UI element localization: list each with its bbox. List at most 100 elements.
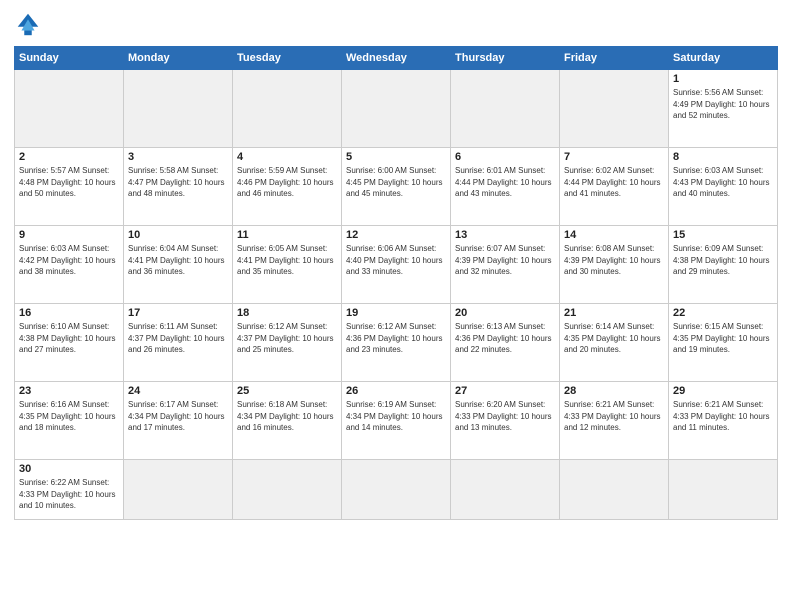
day-number: 24 bbox=[128, 385, 228, 397]
day-number: 27 bbox=[455, 385, 555, 397]
day-number: 8 bbox=[673, 151, 773, 163]
day-number: 17 bbox=[128, 307, 228, 319]
calendar-cell: 25 Sunrise: 6:18 AM Sunset: 4:34 PM Dayli… bbox=[233, 382, 342, 460]
day-info: Sunrise: 5:57 AM Sunset: 4:48 PM Dayligh… bbox=[19, 165, 119, 200]
day-info: Sunrise: 6:18 AM Sunset: 4:34 PM Dayligh… bbox=[237, 399, 337, 434]
day-number: 9 bbox=[19, 229, 119, 241]
calendar-cell bbox=[451, 460, 560, 520]
weekday-header-wednesday: Wednesday bbox=[342, 47, 451, 70]
header bbox=[14, 10, 778, 38]
calendar-cell bbox=[124, 70, 233, 148]
week-row-1: 1 Sunrise: 5:56 AM Sunset: 4:49 PM Daylig… bbox=[15, 70, 778, 148]
day-number: 13 bbox=[455, 229, 555, 241]
week-row-6: 30Sunrise: 6:22 AM Sunset: 4:33 PM Dayli… bbox=[15, 460, 778, 520]
calendar-cell: 9 Sunrise: 6:03 AM Sunset: 4:42 PM Daylig… bbox=[15, 226, 124, 304]
logo-icon bbox=[14, 10, 42, 38]
calendar-cell: 23Sunrise: 6:16 AM Sunset: 4:35 PM Dayli… bbox=[15, 382, 124, 460]
day-number: 18 bbox=[237, 307, 337, 319]
calendar-cell: 26Sunrise: 6:19 AM Sunset: 4:34 PM Dayli… bbox=[342, 382, 451, 460]
calendar-cell: 12 Sunrise: 6:06 AM Sunset: 4:40 PM Dayli… bbox=[342, 226, 451, 304]
day-info: Sunrise: 6:09 AM Sunset: 4:38 PM Dayligh… bbox=[673, 243, 773, 278]
day-info: Sunrise: 5:56 AM Sunset: 4:49 PM Dayligh… bbox=[673, 87, 773, 122]
calendar-cell bbox=[124, 460, 233, 520]
week-row-4: 16 Sunrise: 6:10 AM Sunset: 4:38 PM Dayli… bbox=[15, 304, 778, 382]
day-number: 11 bbox=[237, 229, 337, 241]
day-info: Sunrise: 6:05 AM Sunset: 4:41 PM Dayligh… bbox=[237, 243, 337, 278]
day-info: Sunrise: 6:10 AM Sunset: 4:38 PM Dayligh… bbox=[19, 321, 119, 356]
calendar-cell bbox=[233, 460, 342, 520]
day-info: Sunrise: 6:03 AM Sunset: 4:42 PM Dayligh… bbox=[19, 243, 119, 278]
day-info: Sunrise: 6:22 AM Sunset: 4:33 PM Dayligh… bbox=[19, 477, 119, 512]
day-number: 14 bbox=[564, 229, 664, 241]
day-info: Sunrise: 6:15 AM Sunset: 4:35 PM Dayligh… bbox=[673, 321, 773, 356]
day-number: 21 bbox=[564, 307, 664, 319]
day-info: Sunrise: 6:17 AM Sunset: 4:34 PM Dayligh… bbox=[128, 399, 228, 434]
day-number: 2 bbox=[19, 151, 119, 163]
day-number: 1 bbox=[673, 73, 773, 85]
weekday-header-saturday: Saturday bbox=[669, 47, 778, 70]
calendar-cell bbox=[342, 70, 451, 148]
calendar-cell: 10 Sunrise: 6:04 AM Sunset: 4:41 PM Dayli… bbox=[124, 226, 233, 304]
day-number: 5 bbox=[346, 151, 446, 163]
weekday-header-tuesday: Tuesday bbox=[233, 47, 342, 70]
day-info: Sunrise: 6:04 AM Sunset: 4:41 PM Dayligh… bbox=[128, 243, 228, 278]
day-number: 22 bbox=[673, 307, 773, 319]
day-info: Sunrise: 6:21 AM Sunset: 4:33 PM Dayligh… bbox=[564, 399, 664, 434]
calendar-cell: 27 Sunrise: 6:20 AM Sunset: 4:33 PM Dayli… bbox=[451, 382, 560, 460]
day-info: Sunrise: 6:11 AM Sunset: 4:37 PM Dayligh… bbox=[128, 321, 228, 356]
day-number: 28 bbox=[564, 385, 664, 397]
calendar-cell: 14 Sunrise: 6:08 AM Sunset: 4:39 PM Dayli… bbox=[560, 226, 669, 304]
day-number: 16 bbox=[19, 307, 119, 319]
calendar-cell bbox=[15, 70, 124, 148]
weekday-header-monday: Monday bbox=[124, 47, 233, 70]
calendar-cell: 4Sunrise: 5:59 AM Sunset: 4:46 PM Daylig… bbox=[233, 148, 342, 226]
day-number: 6 bbox=[455, 151, 555, 163]
day-info: Sunrise: 5:59 AM Sunset: 4:46 PM Dayligh… bbox=[237, 165, 337, 200]
weekday-header-sunday: Sunday bbox=[15, 47, 124, 70]
day-info: Sunrise: 6:20 AM Sunset: 4:33 PM Dayligh… bbox=[455, 399, 555, 434]
day-number: 15 bbox=[673, 229, 773, 241]
calendar-cell: 11 Sunrise: 6:05 AM Sunset: 4:41 PM Dayli… bbox=[233, 226, 342, 304]
day-number: 25 bbox=[237, 385, 337, 397]
calendar-table: SundayMondayTuesdayWednesdayThursdayFrid… bbox=[14, 46, 778, 520]
day-info: Sunrise: 6:08 AM Sunset: 4:39 PM Dayligh… bbox=[564, 243, 664, 278]
calendar-cell bbox=[233, 70, 342, 148]
day-number: 3 bbox=[128, 151, 228, 163]
day-info: Sunrise: 6:00 AM Sunset: 4:45 PM Dayligh… bbox=[346, 165, 446, 200]
calendar-cell: 19Sunrise: 6:12 AM Sunset: 4:36 PM Dayli… bbox=[342, 304, 451, 382]
day-number: 12 bbox=[346, 229, 446, 241]
calendar-cell: 3Sunrise: 5:58 AM Sunset: 4:47 PM Daylig… bbox=[124, 148, 233, 226]
day-info: Sunrise: 6:06 AM Sunset: 4:40 PM Dayligh… bbox=[346, 243, 446, 278]
page: SundayMondayTuesdayWednesdayThursdayFrid… bbox=[0, 0, 792, 612]
calendar-cell: 24 Sunrise: 6:17 AM Sunset: 4:34 PM Dayli… bbox=[124, 382, 233, 460]
calendar-cell: 20Sunrise: 6:13 AM Sunset: 4:36 PM Dayli… bbox=[451, 304, 560, 382]
week-row-5: 23Sunrise: 6:16 AM Sunset: 4:35 PM Dayli… bbox=[15, 382, 778, 460]
calendar-cell: 1 Sunrise: 5:56 AM Sunset: 4:49 PM Daylig… bbox=[669, 70, 778, 148]
day-info: Sunrise: 6:07 AM Sunset: 4:39 PM Dayligh… bbox=[455, 243, 555, 278]
weekday-header-row: SundayMondayTuesdayWednesdayThursdayFrid… bbox=[15, 47, 778, 70]
calendar-cell: 16 Sunrise: 6:10 AM Sunset: 4:38 PM Dayli… bbox=[15, 304, 124, 382]
day-info: Sunrise: 6:14 AM Sunset: 4:35 PM Dayligh… bbox=[564, 321, 664, 356]
day-number: 7 bbox=[564, 151, 664, 163]
calendar-cell bbox=[669, 460, 778, 520]
day-info: Sunrise: 6:16 AM Sunset: 4:35 PM Dayligh… bbox=[19, 399, 119, 434]
week-row-2: 2 Sunrise: 5:57 AM Sunset: 4:48 PM Daylig… bbox=[15, 148, 778, 226]
calendar-cell: 29Sunrise: 6:21 AM Sunset: 4:33 PM Dayli… bbox=[669, 382, 778, 460]
calendar-cell: 28 Sunrise: 6:21 AM Sunset: 4:33 PM Dayli… bbox=[560, 382, 669, 460]
day-info: Sunrise: 6:03 AM Sunset: 4:43 PM Dayligh… bbox=[673, 165, 773, 200]
calendar-cell bbox=[342, 460, 451, 520]
day-info: Sunrise: 6:12 AM Sunset: 4:36 PM Dayligh… bbox=[346, 321, 446, 356]
day-info: Sunrise: 6:12 AM Sunset: 4:37 PM Dayligh… bbox=[237, 321, 337, 356]
calendar-cell: 22 Sunrise: 6:15 AM Sunset: 4:35 PM Dayli… bbox=[669, 304, 778, 382]
day-number: 20 bbox=[455, 307, 555, 319]
day-info: Sunrise: 6:02 AM Sunset: 4:44 PM Dayligh… bbox=[564, 165, 664, 200]
weekday-header-thursday: Thursday bbox=[451, 47, 560, 70]
day-number: 10 bbox=[128, 229, 228, 241]
calendar-cell bbox=[451, 70, 560, 148]
calendar-cell: 7 Sunrise: 6:02 AM Sunset: 4:44 PM Daylig… bbox=[560, 148, 669, 226]
calendar-cell: 5 Sunrise: 6:00 AM Sunset: 4:45 PM Daylig… bbox=[342, 148, 451, 226]
calendar-cell: 13 Sunrise: 6:07 AM Sunset: 4:39 PM Dayli… bbox=[451, 226, 560, 304]
calendar-cell: 17 Sunrise: 6:11 AM Sunset: 4:37 PM Dayli… bbox=[124, 304, 233, 382]
calendar-cell: 8 Sunrise: 6:03 AM Sunset: 4:43 PM Daylig… bbox=[669, 148, 778, 226]
calendar-cell bbox=[560, 460, 669, 520]
